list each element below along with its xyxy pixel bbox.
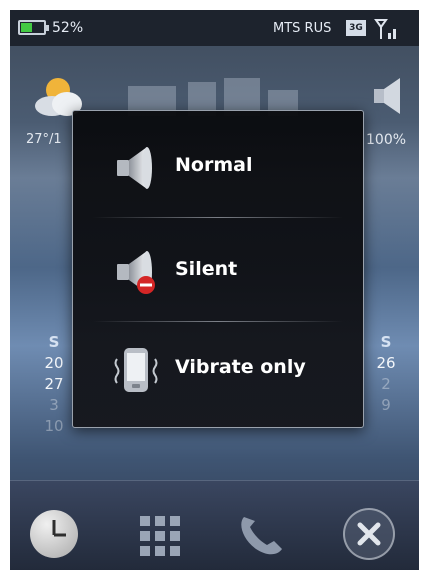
muted-speaker-icon — [117, 251, 155, 294]
status-bar: 52% MTS RUS 3G — [10, 10, 419, 46]
calendar-column-right: S 26 2 9 — [366, 332, 406, 416]
weekday-header: S — [380, 333, 392, 351]
network-type-badge: 3G — [346, 20, 366, 36]
profile-option-normal[interactable]: Normal — [73, 121, 363, 213]
phone-screen: 52% MTS RUS 3G 27°/1 100% S 20 27 3 10 S… — [10, 10, 419, 570]
clock-button[interactable] — [30, 510, 78, 558]
profile-label: Normal — [175, 154, 253, 176]
bottom-taskbar — [10, 480, 419, 570]
app-grid-icon[interactable] — [138, 514, 182, 558]
calendar-column-left: S 20 27 3 10 — [34, 332, 74, 437]
temperature-label: 27°/1 — [26, 132, 62, 147]
close-icon — [357, 522, 381, 546]
sound-profile-dialog: Normal Silent Vibrate only — [72, 110, 364, 428]
battery-icon — [18, 20, 49, 35]
profile-option-silent[interactable]: Silent — [73, 225, 363, 317]
calendar-date[interactable]: 20 — [34, 353, 74, 374]
volume-percent: 100% — [366, 132, 407, 148]
vibrating-phone-icon — [114, 348, 158, 392]
calendar-date[interactable]: 26 — [366, 353, 406, 374]
calendar-date[interactable]: 3 — [34, 395, 74, 416]
phone-icon[interactable] — [234, 509, 288, 559]
profile-label: Vibrate only — [175, 356, 306, 378]
calendar-date[interactable]: 27 — [34, 374, 74, 395]
divider — [93, 217, 343, 218]
weekday-header: S — [48, 333, 60, 351]
volume-icon[interactable] — [372, 76, 406, 116]
clock-icon — [52, 520, 66, 537]
divider — [93, 321, 343, 322]
speaker-icon — [117, 147, 152, 189]
battery-percent: 52% — [52, 20, 84, 36]
calendar-date[interactable]: 10 — [34, 416, 74, 437]
carrier-name: MTS RUS — [273, 21, 332, 36]
profile-label: Silent — [175, 258, 238, 280]
calendar-date[interactable]: 9 — [366, 395, 406, 416]
signal-strength-icon — [374, 19, 396, 39]
close-button[interactable] — [343, 508, 395, 560]
calendar-date[interactable]: 2 — [366, 374, 406, 395]
profile-option-vibrate[interactable]: Vibrate only — [73, 323, 363, 415]
